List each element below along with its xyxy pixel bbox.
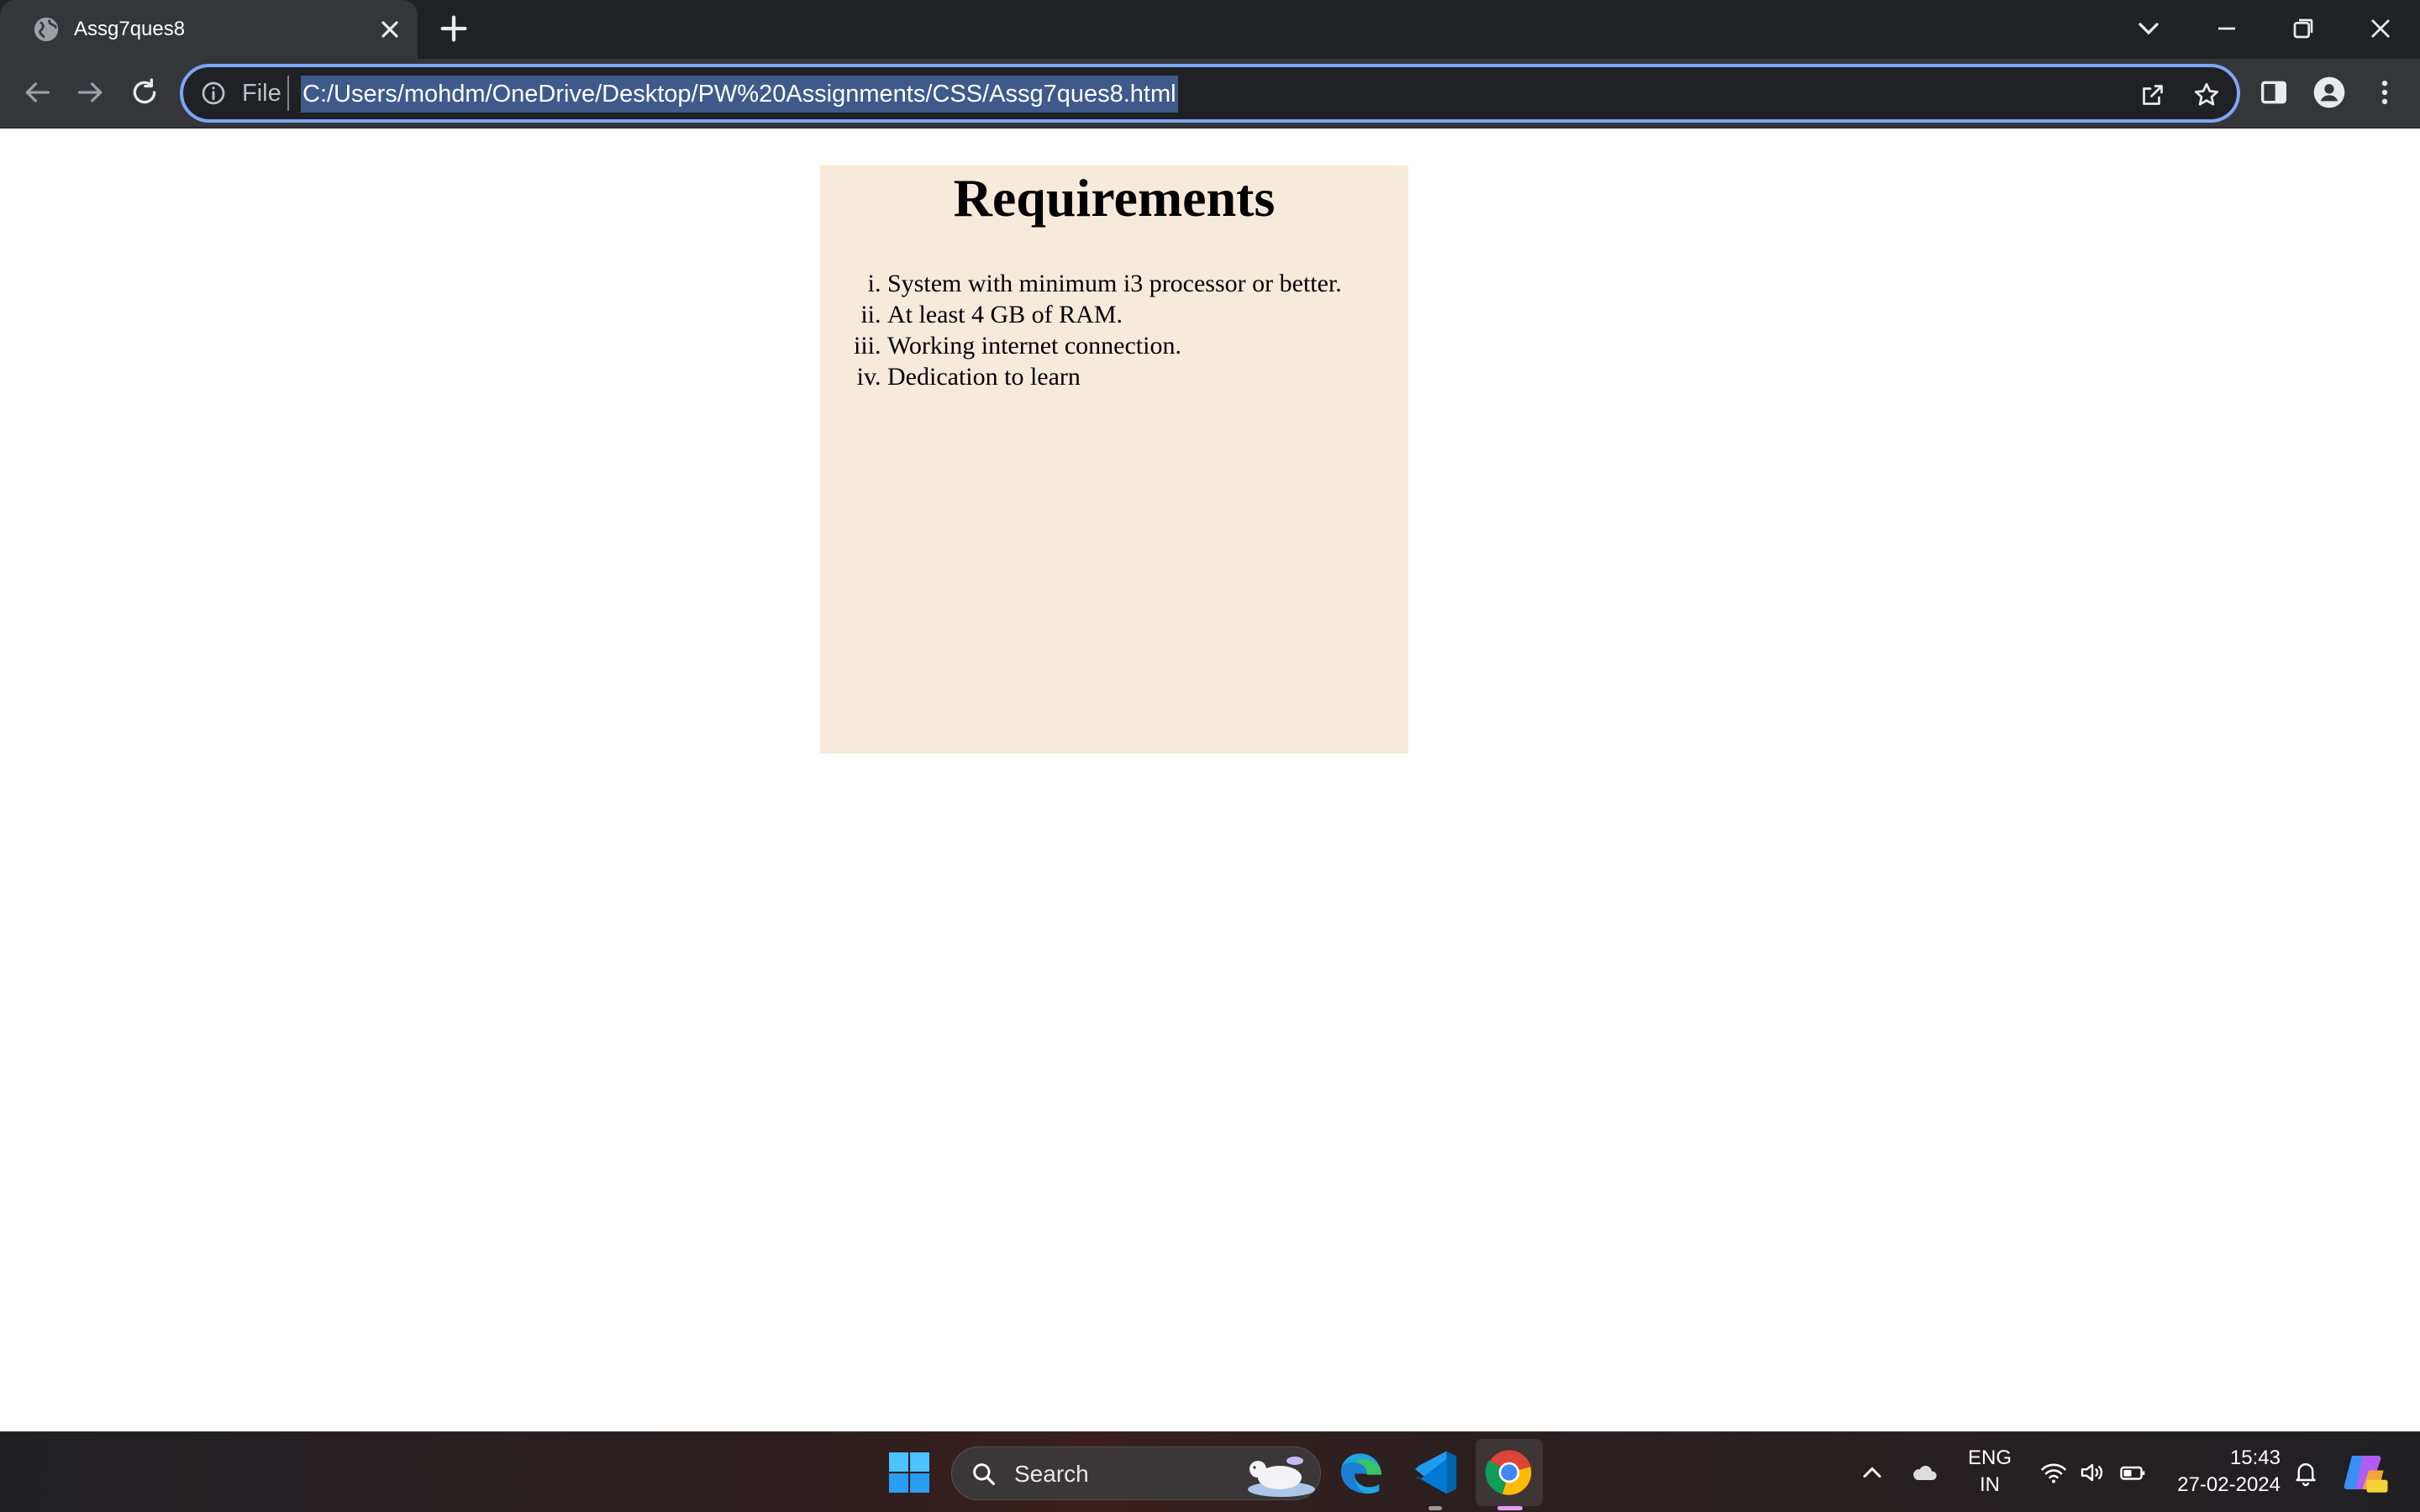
bookmark-star-icon[interactable] [2191, 80, 2222, 110]
globe-icon [34, 17, 59, 42]
language-eng-label[interactable]: ENG [1963, 1446, 2017, 1471]
close-tab-icon[interactable] [376, 16, 403, 43]
wifi-icon[interactable] [2039, 1457, 2069, 1488]
onedrive-cloud-icon[interactable] [1909, 1457, 1939, 1488]
requirements-box: Requirements System with minimum i3 proc… [820, 165, 1408, 753]
search-highlight-polar-bear-icon [1248, 1457, 1315, 1497]
notification-bell-icon[interactable] [2291, 1457, 2321, 1488]
chrome-icon[interactable] [1482, 1446, 1536, 1499]
minimize-icon[interactable] [2210, 12, 2244, 45]
taskbar: Search ENG IN 15:43 27-02-2024 [0, 1431, 2420, 1512]
forward-arrow-icon[interactable] [74, 76, 108, 109]
back-arrow-icon[interactable] [20, 76, 54, 109]
edge-browser-icon[interactable] [1334, 1446, 1388, 1499]
tab-assg7ques8[interactable]: Assg7ques8 [0, 0, 418, 59]
scheme-divider [287, 76, 289, 111]
search-icon [973, 1463, 995, 1485]
address-bar[interactable]: File C:/Users/mohdm/OneDrive/Desktop/PW%… [180, 64, 2240, 123]
clock-date[interactable]: 27-02-2024 [2168, 1473, 2281, 1498]
requirements-heading: Requirements [953, 168, 1276, 228]
requirement-item: At least 4 GB of RAM. [887, 299, 1408, 330]
battery-icon[interactable] [2118, 1457, 2148, 1488]
tab-strip: Assg7ques8 [0, 0, 2420, 59]
profile-avatar-icon[interactable] [2312, 76, 2346, 109]
requirement-item: Dedication to learn [887, 361, 1408, 392]
taskbar-search-box[interactable]: Search [951, 1446, 1321, 1500]
clock-time[interactable]: 15:43 [2168, 1446, 2281, 1471]
windows-start-icon[interactable] [882, 1446, 936, 1499]
menu-dots-icon[interactable] [2368, 76, 2402, 109]
chevron-up-icon[interactable] [1857, 1457, 1887, 1488]
site-info-icon[interactable] [200, 80, 227, 107]
restore-icon[interactable] [2286, 12, 2320, 45]
vscode-icon[interactable] [1408, 1446, 1462, 1499]
file-scheme-label: File [242, 80, 281, 107]
new-tab-plus-icon[interactable] [437, 12, 471, 45]
requirement-item: System with minimum i3 processor or bett… [887, 268, 1408, 299]
copilot-icon[interactable] [2339, 1447, 2390, 1498]
reload-icon[interactable] [128, 76, 161, 109]
url-text[interactable]: C:/Users/mohdm/OneDrive/Desktop/PW%20Ass… [301, 76, 1178, 113]
search-label: Search [1014, 1461, 1089, 1487]
requirement-item: Working internet connection. [887, 330, 1408, 361]
chrome-running-indicator [1497, 1506, 1523, 1510]
page-viewport: Requirements System with minimum i3 proc… [0, 129, 2420, 1431]
volume-icon[interactable] [2077, 1457, 2107, 1488]
requirements-list: System with minimum i3 processor or bett… [820, 268, 1408, 392]
tab-title: Assg7ques8 [74, 18, 186, 40]
language-region-label[interactable]: IN [1963, 1473, 2017, 1498]
tab-search-chevron-icon[interactable] [2132, 12, 2165, 45]
browser-toolbar: File C:/Users/mohdm/OneDrive/Desktop/PW%… [0, 59, 2420, 129]
side-panel-icon[interactable] [2257, 76, 2291, 109]
share-icon[interactable] [2138, 80, 2168, 110]
close-window-icon[interactable] [2364, 12, 2397, 45]
vscode-running-indicator [1428, 1506, 1442, 1510]
